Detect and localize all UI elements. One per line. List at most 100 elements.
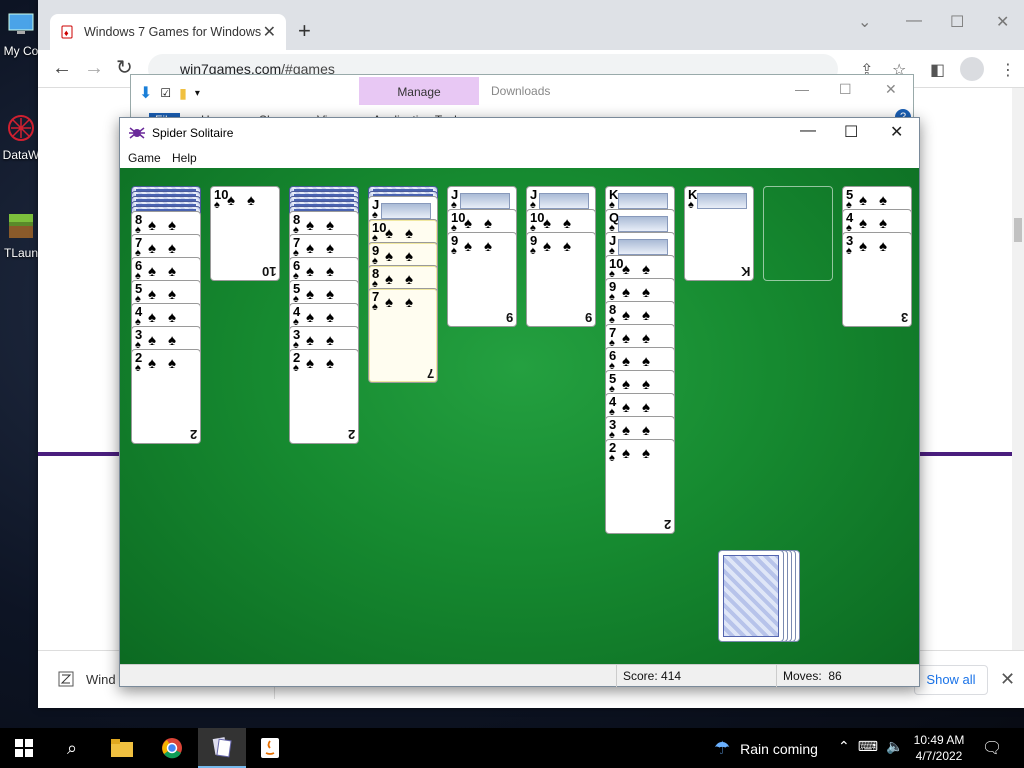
card-rank-bottom: 2	[189, 427, 197, 442]
spider-solitaire-window: Spider Solitaire — ☐ ✕ Game Help 8♠♠♠87♠…	[119, 117, 920, 687]
page-scrollbar[interactable]	[1012, 88, 1024, 650]
umbrella-icon: ☂	[714, 738, 731, 758]
playing-card-2-spades[interactable]: 2 ♠ ♠♠ 2	[605, 439, 675, 534]
card-pips: ♠♠	[464, 238, 504, 255]
card-rank-bottom: 9	[584, 310, 592, 325]
tab-title: Windows 7 Games for Windows	[84, 25, 262, 39]
forward-arrow-icon[interactable]: →	[84, 58, 104, 78]
file-explorer-taskbar-icon[interactable]	[98, 728, 146, 768]
back-arrow-icon[interactable]: ←	[52, 58, 72, 78]
network-icon[interactable]: ⌨	[858, 738, 878, 755]
tab-close-icon[interactable]: ✕	[263, 22, 276, 42]
spider-minimize-icon[interactable]: —	[800, 122, 816, 140]
computer-icon	[5, 8, 37, 40]
spade-icon: ♠	[688, 199, 694, 211]
card-rank-bottom: 3	[900, 310, 908, 325]
downloads-bar-close-icon[interactable]: ✕	[1000, 669, 1015, 690]
playing-card-K-spades[interactable]: K♠K	[684, 186, 754, 281]
search-icon[interactable]: ⌕	[48, 728, 96, 768]
court-card-art	[460, 193, 510, 209]
explorer-close-icon[interactable]: ✕	[885, 81, 897, 98]
court-card-art	[618, 216, 668, 232]
spade-icon: ♠	[135, 362, 141, 374]
court-card-art	[539, 193, 589, 209]
spade-icon: ♠	[372, 301, 378, 313]
folder-icon[interactable]: ▮	[179, 85, 187, 102]
close-icon[interactable]: ✕	[996, 12, 1009, 32]
explorer-minimize-icon[interactable]: —	[795, 81, 809, 97]
moves-segment: Moves: 86	[776, 665, 916, 687]
download-item[interactable]: Wind	[58, 671, 116, 687]
card-pips: ♠♠	[622, 445, 662, 462]
download-item-label: Wind	[86, 671, 116, 687]
court-card-art	[618, 239, 668, 255]
explorer-maximize-icon[interactable]: ☐	[839, 81, 852, 98]
playing-card-7-spades[interactable]: 7♠♠♠7	[368, 288, 438, 383]
svg-text:♦: ♦	[64, 28, 69, 38]
browser-tab[interactable]: ♦ Windows 7 Games for Windows ✕	[50, 14, 286, 50]
court-card-art	[697, 193, 747, 209]
spider-close-icon[interactable]: ✕	[890, 122, 903, 142]
menu-game[interactable]: Game	[128, 151, 161, 165]
playing-card-10-spades[interactable]: 10♠♠♠10	[210, 186, 280, 281]
playing-card-9-spades[interactable]: 9♠♠♠9	[447, 232, 517, 327]
notification-center-icon[interactable]: 🗨	[982, 738, 1002, 758]
minimize-icon[interactable]: —	[906, 12, 922, 30]
spider-logo-icon	[129, 127, 145, 139]
card-rank-bottom: K	[740, 264, 750, 279]
desktop-icon-computer[interactable]: My Co	[0, 8, 42, 58]
score-label: Score:	[623, 669, 658, 683]
show-all-button[interactable]: Show all	[914, 665, 988, 695]
moves-value: 86	[828, 669, 842, 683]
explorer-title: Downloads	[491, 84, 551, 98]
customize-toolbar-icon[interactable]: ▾	[195, 88, 200, 99]
minecraft-launcher-icon	[5, 210, 37, 242]
java-taskbar-icon[interactable]	[246, 728, 294, 768]
zip-file-icon	[58, 671, 74, 687]
game-table: 8♠♠♠87♠♠♠76♠♠♠65♠♠♠54♠♠♠43♠♠♠32♠♠♠210♠♠♠…	[120, 168, 919, 664]
show-hidden-icons-chevron-icon[interactable]: ⌃	[838, 738, 850, 755]
manage-tab[interactable]: Manage	[359, 77, 479, 105]
card-back-pattern	[723, 555, 779, 637]
profile-avatar-icon[interactable]	[960, 57, 984, 81]
properties-icon[interactable]: ☑	[160, 86, 171, 100]
desktop-icon-label: TLaun	[3, 246, 39, 260]
spider-menu-bar: Game Help	[120, 148, 919, 168]
playing-card-9-spades[interactable]: 9♠♠♠9	[526, 232, 596, 327]
volume-icon[interactable]: 🔈	[886, 738, 903, 755]
playing-card-2-spades[interactable]: 2 ♠ ♠♠ 2	[289, 349, 359, 444]
spider-solitaire-taskbar-icon[interactable]	[198, 728, 246, 768]
tab-search-chevron-icon[interactable]: ⌄	[858, 12, 871, 32]
card-pips: ♠♠	[148, 355, 188, 372]
court-card-art	[381, 203, 431, 219]
spade-icon: ♠	[451, 245, 457, 257]
new-tab-button[interactable]: +	[298, 20, 311, 42]
menu-kebab-icon[interactable]: ⋮	[1000, 60, 1016, 80]
card-pips: ♠♠	[306, 355, 346, 372]
playing-card-2-spades[interactable]: 2 ♠ ♠♠ 2	[131, 349, 201, 444]
scrollbar-thumb[interactable]	[1014, 218, 1022, 242]
spade-icon: ♠	[609, 452, 615, 464]
playing-card-3-spades[interactable]: 3♠♠♠3	[842, 232, 912, 327]
maximize-icon[interactable]: ☐	[950, 12, 964, 32]
desktop-icon-label: My Co	[3, 44, 39, 58]
score-value: 414	[661, 669, 682, 683]
desktop-icon-tlauncher[interactable]: TLaun	[0, 210, 42, 260]
weather-text: Rain coming	[740, 740, 818, 757]
menu-help[interactable]: Help	[172, 151, 197, 165]
desktop-icon-datawatch[interactable]: DataW	[0, 112, 42, 162]
card-rank-bottom: 10	[261, 264, 276, 279]
spider-maximize-icon[interactable]: ☐	[844, 122, 858, 142]
moves-label: Moves:	[783, 669, 822, 683]
datawatch-icon	[5, 112, 37, 144]
stock-pile-card[interactable]	[718, 550, 784, 642]
empty-column-slot[interactable]	[763, 186, 833, 281]
download-arrow-icon: ⬇	[139, 85, 153, 102]
start-button[interactable]	[0, 728, 48, 768]
chrome-taskbar-icon[interactable]	[148, 728, 196, 768]
tab-strip: ♦ Windows 7 Games for Windows ✕ + ⌄ — ☐ …	[38, 0, 1024, 50]
weather-widget[interactable]: ☂ Rain coming	[714, 738, 818, 759]
quick-access-toolbar: ⬇ ☑ ▮ ▾	[139, 83, 200, 103]
clock[interactable]: 10:49 AM 4/7/2022	[912, 732, 966, 764]
side-panel-icon[interactable]: ◧	[930, 60, 945, 80]
